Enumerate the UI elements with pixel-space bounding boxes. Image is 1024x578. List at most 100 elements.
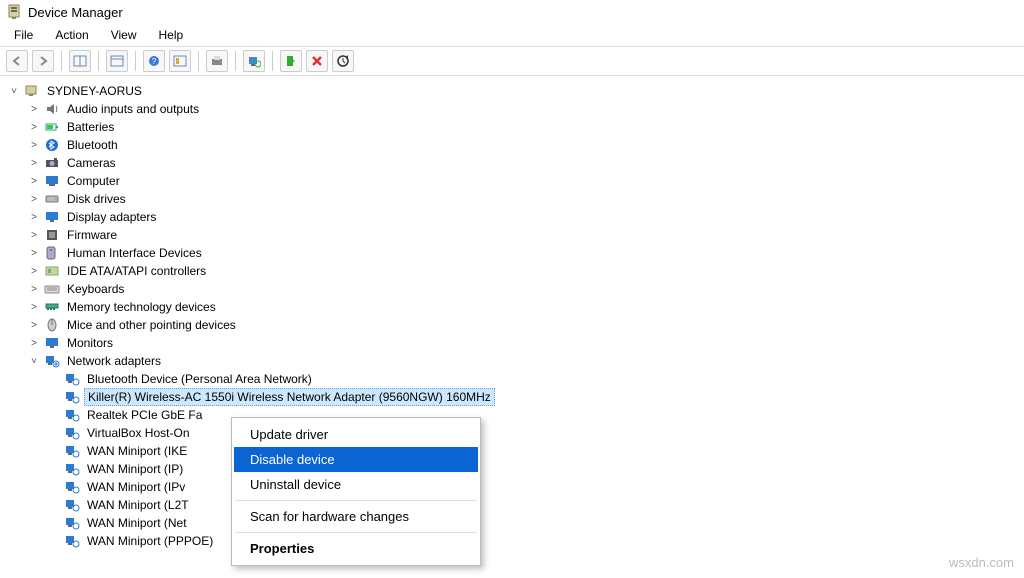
tree-category-label[interactable]: Computer [64, 173, 123, 189]
toolbar-separator [98, 51, 99, 71]
tree-category-label[interactable]: Display adapters [64, 209, 159, 225]
chevron-right-icon[interactable]: > [28, 104, 40, 115]
tree-device-label[interactable]: WAN Miniport (IP) [84, 461, 186, 477]
tree-device-label[interactable]: Killer(R) Wireless-AC 1550i Wireless Net… [84, 388, 495, 406]
chevron-right-icon[interactable]: > [28, 338, 40, 349]
chevron-down-icon[interactable]: ˅ [28, 356, 40, 367]
chevron-right-icon[interactable]: > [28, 284, 40, 295]
chevron-down-icon[interactable]: ˅ [8, 86, 20, 97]
tree-category-label[interactable]: Monitors [64, 335, 116, 351]
tree-category-label[interactable]: Bluetooth [64, 137, 121, 153]
tree-device[interactable]: Bluetooth Device (Personal Area Network) [48, 370, 1020, 388]
tree-category-label[interactable]: IDE ATA/ATAPI controllers [64, 263, 209, 279]
tree-category[interactable]: > Disk drives [28, 190, 1020, 208]
tree-category[interactable]: ˅ Network adapters [28, 352, 1020, 370]
tree-category-label[interactable]: Keyboards [64, 281, 127, 297]
chevron-right-icon[interactable]: > [28, 266, 40, 277]
enable-button[interactable] [280, 50, 302, 72]
forward-button[interactable] [32, 50, 54, 72]
tree-root[interactable]: ˅ SYDNEY-AORUS [8, 82, 1020, 100]
tree-device[interactable]: WAN Miniport (IP) [48, 460, 1020, 478]
chevron-right-icon[interactable]: > [28, 140, 40, 151]
menu-view[interactable]: View [101, 26, 147, 44]
update-driver-button[interactable] [332, 50, 354, 72]
tree-device-label[interactable]: WAN Miniport (Net [84, 515, 190, 531]
tree-device[interactable]: Realtek PCIe GbE Fa [48, 406, 1020, 424]
scan-hardware-button[interactable] [243, 50, 265, 72]
context-menu-item[interactable]: Uninstall device [234, 472, 478, 497]
menubar: File Action View Help [0, 24, 1024, 46]
tree-category-label[interactable]: Mice and other pointing devices [64, 317, 239, 333]
print-button[interactable] [206, 50, 228, 72]
toolbar-separator [135, 51, 136, 71]
chevron-right-icon[interactable]: > [28, 302, 40, 313]
tree-device[interactable]: VirtualBox Host-On [48, 424, 1020, 442]
tree-root-label[interactable]: SYDNEY-AORUS [44, 83, 145, 99]
tree-category[interactable]: > Computer [28, 172, 1020, 190]
network-device-icon [64, 407, 80, 423]
tree-device-label[interactable]: WAN Miniport (L2T [84, 497, 192, 513]
ide-controller-icon [44, 263, 60, 279]
toolbar-separator [235, 51, 236, 71]
tree-device[interactable]: WAN Miniport (PPPOE) [48, 532, 1020, 550]
tree-device[interactable]: WAN Miniport (Net [48, 514, 1020, 532]
context-menu-item[interactable]: Properties [234, 536, 478, 561]
tree-device-label[interactable]: WAN Miniport (IPv [84, 479, 188, 495]
tree-device[interactable]: WAN Miniport (L2T [48, 496, 1020, 514]
device-tree[interactable]: ˅ SYDNEY-AORUS > Audio inputs and outputs… [0, 76, 1024, 578]
tree-device[interactable]: WAN Miniport (IPv [48, 478, 1020, 496]
chevron-right-icon[interactable]: > [28, 212, 40, 223]
tree-category[interactable]: > Bluetooth [28, 136, 1020, 154]
chevron-right-icon[interactable]: > [28, 194, 40, 205]
chevron-right-icon[interactable]: > [28, 122, 40, 133]
context-menu-item[interactable]: Scan for hardware changes [234, 504, 478, 529]
tree-category-label[interactable]: Audio inputs and outputs [64, 101, 202, 117]
properties-button[interactable] [106, 50, 128, 72]
bluetooth-icon [44, 137, 60, 153]
tree-category[interactable]: > Monitors [28, 334, 1020, 352]
tree-device-label[interactable]: Bluetooth Device (Personal Area Network) [84, 371, 315, 387]
tree-device[interactable]: WAN Miniport (IKE [48, 442, 1020, 460]
tree-category[interactable]: > Human Interface Devices [28, 244, 1020, 262]
tree-category[interactable]: > Mice and other pointing devices [28, 316, 1020, 334]
tree-category-label[interactable]: Batteries [64, 119, 117, 135]
chevron-right-icon[interactable]: > [28, 230, 40, 241]
tree-category-label[interactable]: Firmware [64, 227, 120, 243]
context-menu-item[interactable]: Update driver [234, 422, 478, 447]
action-button[interactable] [169, 50, 191, 72]
network-device-icon [64, 497, 80, 513]
tree-device-label[interactable]: Realtek PCIe GbE Fa [84, 407, 205, 423]
tree-category[interactable]: > Memory technology devices [28, 298, 1020, 316]
network-device-icon [64, 533, 80, 549]
tree-device-label[interactable]: WAN Miniport (IKE [84, 443, 190, 459]
tree-device-label[interactable]: VirtualBox Host-On [84, 425, 193, 441]
chevron-right-icon[interactable]: > [28, 158, 40, 169]
tree-category[interactable]: > IDE ATA/ATAPI controllers [28, 262, 1020, 280]
tree-device-label[interactable]: WAN Miniport (PPPOE) [84, 533, 216, 549]
context-menu-item[interactable]: Disable device [234, 447, 478, 472]
tree-device[interactable]: Killer(R) Wireless-AC 1550i Wireless Net… [48, 388, 1020, 406]
menu-help[interactable]: Help [149, 26, 194, 44]
tree-category[interactable]: > Batteries [28, 118, 1020, 136]
tree-category[interactable]: > Keyboards [28, 280, 1020, 298]
tree-category-label[interactable]: Human Interface Devices [64, 245, 205, 261]
help-button[interactable]: ? [143, 50, 165, 72]
chevron-right-icon[interactable]: > [28, 176, 40, 187]
tree-category[interactable]: > Display adapters [28, 208, 1020, 226]
tree-category[interactable]: > Audio inputs and outputs [28, 100, 1020, 118]
tree-category-label[interactable]: Disk drives [64, 191, 129, 207]
tree-category-label[interactable]: Memory technology devices [64, 299, 219, 315]
back-button[interactable] [6, 50, 28, 72]
network-device-icon [64, 515, 80, 531]
chevron-right-icon[interactable]: > [28, 248, 40, 259]
tree-category-label[interactable]: Network adapters [64, 353, 164, 369]
show-hidden-button[interactable] [69, 50, 91, 72]
tree-category[interactable]: > Firmware [28, 226, 1020, 244]
tree-category[interactable]: > Cameras [28, 154, 1020, 172]
tree-category-label[interactable]: Cameras [64, 155, 119, 171]
menu-action[interactable]: Action [45, 26, 98, 44]
menu-file[interactable]: File [4, 26, 43, 44]
audio-icon [44, 101, 60, 117]
chevron-right-icon[interactable]: > [28, 320, 40, 331]
uninstall-button[interactable] [306, 50, 328, 72]
